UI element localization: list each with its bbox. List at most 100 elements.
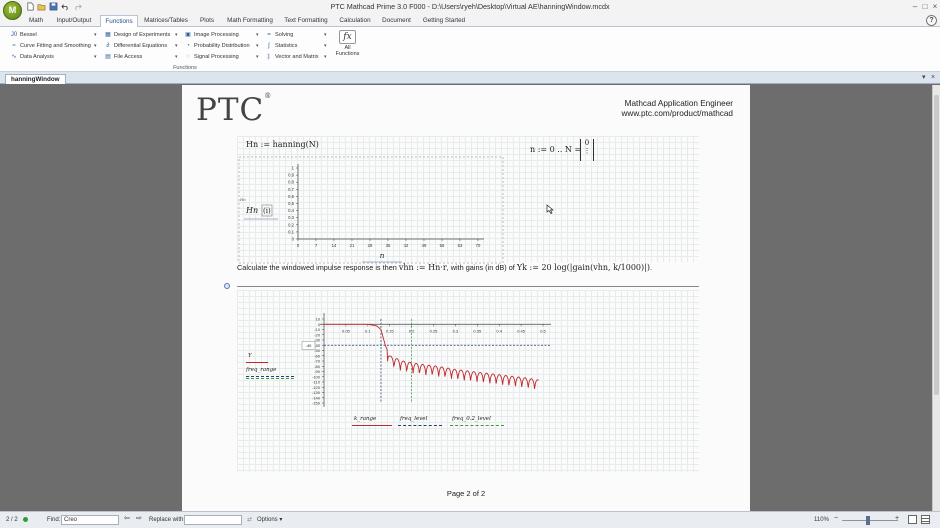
worksheet-page[interactable]: PTC® Mathcad Application Engineer www.pt… (182, 85, 750, 511)
y-axis-label-freq-range[interactable]: freq_range (246, 367, 276, 373)
image-processing-icon: ▣ (185, 32, 191, 38)
x-tick-label: 0.25 (430, 328, 439, 333)
vector-and-matrix-menu[interactable]: |: Vector and Matrix ▾ (265, 52, 331, 62)
y-tick-label: 0.8 (288, 180, 294, 185)
series-line-y (324, 323, 539, 389)
document-tab-hanning-window[interactable]: hanningWindow (5, 74, 66, 84)
calculation-text[interactable]: Calculate the windowed impulse response … (237, 263, 652, 272)
close-button[interactable]: × (930, 1, 940, 12)
design-of-experiments-icon: ▦ (105, 32, 111, 38)
vertical-scrollbar[interactable] (932, 85, 940, 511)
y-tick-label: 0.9 (288, 173, 294, 178)
maximize-button[interactable]: □ (920, 1, 930, 12)
replace-input[interactable] (184, 515, 242, 525)
close-document-icon[interactable]: × (931, 72, 935, 84)
y-tick-label: -20 (314, 332, 321, 337)
tab-math-formatting[interactable]: Math Formatting (225, 15, 275, 27)
solving-label: Solving (275, 32, 294, 38)
options-dropdown[interactable]: Options ▾ (257, 516, 282, 524)
chevron-down-icon: ▾ (94, 43, 97, 49)
tab-text-formatting[interactable]: Text Formatting (282, 15, 330, 27)
hanning-window-plot[interactable]: 0 7 14 21 28 35 42 49 56 63 70 1 0.9 0.8 0.7 0.6 0.5 0.4 0… (238, 156, 504, 264)
vhn-expression[interactable]: vhn := Hn·r (399, 263, 447, 272)
curve-fitting-menu[interactable]: ≈ Curve Fitting and Smoothing ▾ (10, 41, 98, 51)
ptc-logo: PTC® (196, 92, 273, 128)
legend-line-freq-level (398, 425, 442, 426)
differential-equations-icon: ∂ (106, 43, 110, 49)
scrollbar-thumb[interactable] (934, 95, 939, 395)
bessel-menu[interactable]: J0 Bessel ▾ (10, 30, 98, 40)
find-input[interactable]: Creo (61, 515, 119, 525)
statistics-menu[interactable]: ∫ Statistics ▾ (265, 41, 331, 51)
y-tick-label: -70 (314, 359, 321, 364)
page-view-icon[interactable] (908, 515, 917, 524)
y-axis-label-y[interactable]: Y (248, 353, 252, 359)
ribbon-group-label: Functions (173, 65, 197, 71)
n-result-matrix[interactable]: 0 ⋮ (580, 139, 594, 161)
help-button[interactable]: ? (926, 15, 937, 26)
data-analysis-label: Data Analysis (20, 54, 54, 60)
zoom-out-icon[interactable]: − (834, 515, 838, 523)
solving-menu[interactable]: = Solving ▾ (265, 30, 331, 40)
workspace: PTC® Mathcad Application Engineer www.pt… (0, 85, 940, 511)
tab-list-dropdown-icon[interactable]: ▾ (922, 72, 926, 84)
x-tick-label: 42 (404, 243, 409, 248)
zoom-slider-track[interactable] (842, 520, 898, 521)
gain-expression[interactable]: Yk := 20 log(|gain(vhn, k/1000)|) (517, 263, 650, 272)
hn-definition[interactable]: Hn := hanning(N) (246, 140, 319, 149)
statistics-icon: ∫ (268, 43, 270, 49)
signal-processing-menu[interactable]: ◌ Signal Processing ▾ (184, 52, 262, 62)
chevron-down-icon: ▾ (256, 43, 259, 49)
chevron-down-icon: ▾ (256, 54, 259, 60)
tab-calculation[interactable]: Calculation (337, 15, 373, 27)
x-tick-label: 0.1 (365, 328, 371, 333)
ribbon-panel: J0 Bessel ▾ ≈ Curve Fitting and Smoothing ▾ … (0, 27, 940, 72)
minimize-button[interactable]: – (910, 1, 920, 12)
x-axis-label-freq-level[interactable]: freq_level (400, 416, 427, 422)
tab-plots[interactable]: Plots (196, 15, 218, 27)
header-url[interactable]: www.ptc.com/product/mathcad (622, 109, 734, 119)
legend-line-y (246, 362, 268, 363)
chevron-down-icon: ▾ (94, 32, 97, 38)
differential-equations-menu[interactable]: ∂ Differential Equations ▾ (104, 41, 180, 51)
signal-processing-icon: ◌ (186, 54, 190, 60)
tab-document[interactable]: Document (380, 15, 413, 27)
find-next-icon[interactable]: ⇨ (136, 515, 142, 523)
file-access-menu[interactable]: ▤ File Access ▾ (104, 52, 180, 62)
zoom-slider-thumb[interactable] (866, 516, 870, 525)
image-processing-menu[interactable]: ▣ Image Processing ▾ (184, 30, 262, 40)
n-matrix-ellipsis: ⋮ (583, 147, 591, 155)
y-tick-label: 10 (316, 317, 321, 322)
tab-getting-started[interactable]: Getting Started (420, 15, 468, 27)
y-tick-label: -10 (314, 327, 321, 332)
y-tick-label: -60 (314, 353, 321, 358)
zoom-in-icon[interactable]: + (895, 515, 899, 523)
x-tick-label: 14 (332, 243, 337, 248)
all-functions-label-line2: Functions (335, 51, 360, 57)
x-axis-label-freq-0-2-level[interactable]: freq_0.2_level (452, 416, 491, 422)
signal-processing-label: Signal Processing (194, 54, 239, 60)
y-tick-label: -140 (312, 395, 321, 400)
n-range-definition[interactable]: n := 0 .. N = (530, 145, 581, 154)
find-label: Find: (47, 517, 61, 523)
app-logo-button[interactable]: M (3, 1, 22, 20)
file-access-icon: ▤ (105, 54, 111, 60)
draft-view-icon[interactable] (921, 515, 930, 524)
design-of-experiments-menu[interactable]: ▦ Design of Experiments ▾ (104, 30, 180, 40)
x-tick-label: 28 (368, 243, 373, 248)
region-anchor-icon[interactable] (224, 283, 230, 289)
data-analysis-menu[interactable]: ∿ Data Analysis ▾ (10, 52, 98, 62)
tab-input-output[interactable]: Input/Output (53, 15, 95, 27)
tab-math[interactable]: Math (24, 15, 48, 27)
replace-icon[interactable]: ⇄ (247, 516, 252, 524)
ribbon-tabs: Math Input/Output Functions Matrices/Tab… (0, 14, 940, 28)
probability-distribution-menu[interactable]: ◔ Probability Distribution ▾ (184, 41, 262, 51)
all-functions-button[interactable]: fx All Functions (335, 30, 360, 62)
x-tick-label: 0.05 (342, 328, 351, 333)
y-tick-label: 0.2 (288, 222, 294, 227)
document-tab-bar: hanningWindow ▾ × (0, 72, 940, 84)
find-previous-icon[interactable]: ⇦ (124, 515, 130, 523)
tab-matrices-tables[interactable]: Matrices/Tables (142, 15, 190, 27)
y-tick-label: -150 (312, 401, 321, 406)
x-axis-label-k-range[interactable]: k_range (354, 416, 376, 422)
